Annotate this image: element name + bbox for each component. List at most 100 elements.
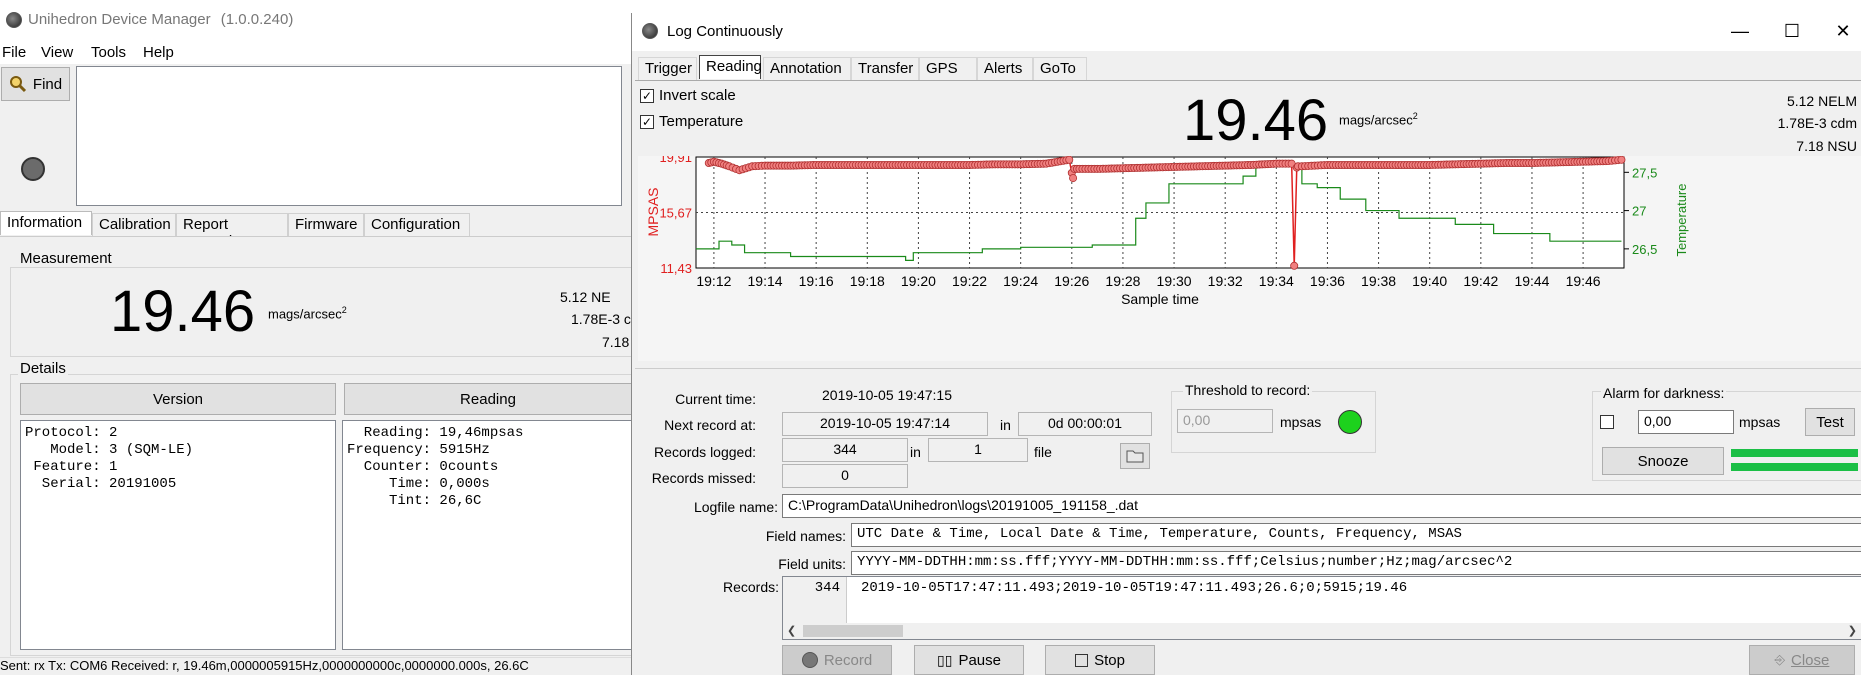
current-time-value: 2019-10-05 19:47:15 — [822, 387, 952, 403]
close-label: Close — [1791, 651, 1830, 669]
x-tick-label: 19:42 — [1463, 273, 1498, 289]
y-tick-label: 11,43 — [660, 261, 692, 276]
y-tick-label: 15,67 — [659, 206, 692, 221]
alarm-level-bar-2 — [1731, 463, 1858, 471]
records-hscroll[interactable]: ❮ ❯ — [783, 623, 1861, 639]
tab-gps[interactable]: GPS — [919, 57, 977, 81]
log-nsu: 7.18 NSU — [1796, 138, 1857, 154]
log-cdm: 1.78E-3 cdm — [1777, 115, 1857, 131]
mpsas-point — [1069, 174, 1078, 183]
main-titlebar: Unihedron Device Manager (1.0.0.240) — [0, 0, 632, 42]
version-memo[interactable]: Protocol: 2 Model: 3 (SQM-LE) Feature: 1… — [20, 420, 336, 650]
field-units-field[interactable]: YYYY-MM-DDTHH:mm:ss.fff;YYYY-MM-DDTHH:mm… — [851, 551, 1861, 575]
pause-button[interactable]: ▯▯ Pause — [914, 645, 1024, 675]
records-missed-label: Records missed: — [651, 470, 756, 486]
x-tick-label: 19:16 — [799, 273, 834, 289]
in-label-2: in — [910, 444, 921, 460]
scroll-right-icon[interactable]: ❯ — [1848, 624, 1857, 637]
measurement-label: Measurement — [18, 250, 114, 267]
record-label: Record — [823, 651, 873, 669]
tab-transfer[interactable]: Transfer — [851, 57, 919, 81]
snooze-button[interactable]: Snooze — [1602, 447, 1724, 475]
mpsas-point — [1617, 156, 1626, 164]
device-list[interactable] — [76, 66, 622, 206]
record-button[interactable]: Record — [782, 645, 892, 675]
main-nelm: 5.12 NE — [560, 289, 611, 305]
menu-file[interactable]: File — [2, 44, 26, 61]
splitter[interactable] — [635, 368, 1861, 369]
tab-goto[interactable]: GoTo — [1033, 57, 1087, 81]
record-line: 2019-10-05T17:47:11.493;2019-10-05T19:47… — [861, 580, 1408, 596]
tab-reading[interactable]: Reading — [699, 55, 762, 79]
y2-tick-label: 27 — [1632, 204, 1646, 219]
in-label: in — [1000, 417, 1011, 433]
tab-alerts[interactable]: Alerts — [977, 57, 1033, 81]
alarm-input[interactable]: 0,00 — [1638, 410, 1734, 434]
field-names-field[interactable]: UTC Date & Time, Local Date & Time, Temp… — [851, 523, 1861, 547]
tab-annotation[interactable]: Annotation — [763, 57, 851, 81]
field-names-label: Field names: — [765, 528, 846, 544]
x-tick-label: 19:32 — [1208, 273, 1243, 289]
tab-calibration[interactable]: Calibration — [92, 213, 176, 237]
temperature-label: Temperature — [659, 113, 744, 130]
files-field[interactable]: 1 — [928, 438, 1028, 462]
next-in-field[interactable]: 0d 00:00:01 — [1018, 412, 1152, 436]
status-indicator — [21, 157, 45, 181]
temperature-checkbox[interactable]: ✓ Temperature — [640, 113, 743, 130]
x-tick-label: 19:18 — [850, 273, 885, 289]
threshold-input[interactable]: 0,00 — [1177, 409, 1273, 433]
menu-tools[interactable]: Tools — [91, 44, 126, 61]
field-units-label: Field units: — [778, 556, 846, 572]
invert-scale-checkbox[interactable]: ✓ Invert scale — [640, 87, 736, 104]
test-button[interactable]: Test — [1805, 408, 1855, 436]
y-tick-label: 19,91 — [659, 156, 692, 165]
log-app-icon — [642, 23, 658, 39]
tab-information[interactable]: Information — [0, 211, 92, 235]
records-memo[interactable]: 344 2019-10-05T17:47:11.493;2019-10-05T1… — [782, 576, 1861, 640]
logfile-field[interactable]: C:\ProgramData\Unihedron\logs\20191005_1… — [782, 494, 1861, 518]
tab-configuration[interactable]: Configuration — [364, 213, 470, 237]
scroll-thumb[interactable] — [803, 625, 903, 637]
next-record-field[interactable]: 2019-10-05 19:47:14 — [782, 412, 988, 436]
x-axis-label: Sample time — [1121, 291, 1199, 307]
log-reading-unit: mags/arcsec2 — [1339, 111, 1418, 128]
threshold-status-light — [1338, 410, 1362, 434]
reading-button[interactable]: Reading — [344, 383, 632, 415]
close-button[interactable]: ⎆ Close — [1749, 645, 1855, 675]
x-tick-label: 19:14 — [748, 273, 783, 289]
close-window-icon[interactable]: ✕ — [1828, 21, 1858, 42]
mpsas-temperature-chart: 19:12 19:14 19:16 19:18 19:20 19:22 19:24 19:26… — [638, 156, 1861, 361]
records-logged-label: Records logged: — [654, 444, 756, 460]
main-cdm: 1.78E-3 c — [571, 311, 631, 327]
reading-memo[interactable]: Reading: 19,46mpsas Frequency: 5915Hz Co… — [342, 420, 632, 650]
x-tick-label: 19:30 — [1157, 273, 1192, 289]
log-nelm: 5.12 NELM — [1786, 93, 1857, 109]
menu-help[interactable]: Help — [143, 44, 174, 61]
version-button[interactable]: Version — [20, 383, 336, 415]
folder-icon — [1126, 450, 1144, 463]
find-button[interactable]: Find — [1, 67, 70, 101]
open-folder-button[interactable] — [1120, 443, 1150, 469]
records-logged-field[interactable]: 344 — [782, 438, 908, 462]
log-continuously-window: Log Continuously — ☐ ✕ Trigger Reading A… — [631, 13, 1861, 675]
plot-area — [695, 156, 1625, 269]
tab-report-interval[interactable]: Report Interval — [176, 213, 288, 250]
details-label: Details — [18, 360, 68, 377]
minimize-icon[interactable]: — — [1725, 21, 1755, 42]
scroll-left-icon[interactable]: ❮ — [787, 624, 796, 637]
find-label: Find — [32, 75, 63, 93]
maximize-icon[interactable]: ☐ — [1777, 21, 1807, 42]
log-reading-value: 19.46 — [1183, 88, 1329, 153]
menu-view[interactable]: View — [41, 44, 73, 61]
stop-button[interactable]: Stop — [1045, 645, 1155, 675]
x-tick-label: 19:24 — [1003, 273, 1038, 289]
tab-trigger[interactable]: Trigger — [638, 57, 697, 81]
alarm-checkbox[interactable] — [1600, 415, 1614, 429]
x-tick-label: 19:20 — [901, 273, 936, 289]
invert-scale-check-icon: ✓ — [640, 88, 654, 103]
records-missed-field[interactable]: 0 — [782, 464, 908, 488]
tab-firmware[interactable]: Firmware — [288, 213, 364, 237]
mpsas-point — [1290, 261, 1299, 270]
magnifier-icon — [9, 76, 26, 93]
x-tick-label: 19:26 — [1054, 273, 1089, 289]
